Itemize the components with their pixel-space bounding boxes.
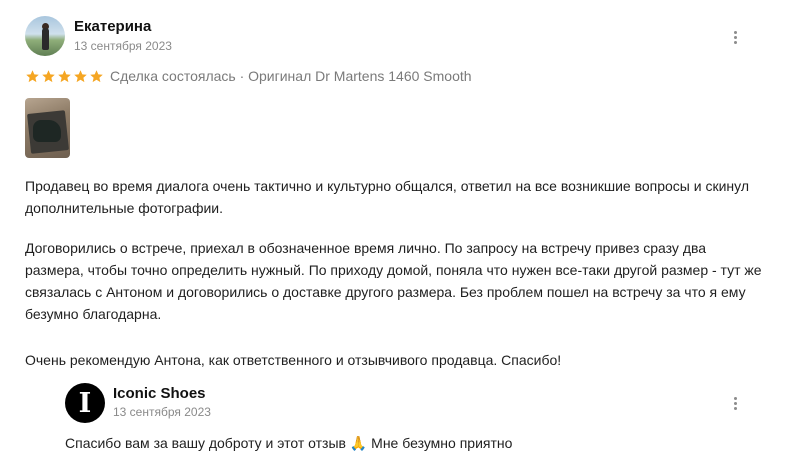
reply-more-options-icon[interactable] [729,393,741,413]
avatar-figure-body [42,28,49,50]
review-photo-thumbnail[interactable] [25,98,70,158]
review-date: 13 сентября 2023 [74,39,172,53]
review-paragraph-3: Очень рекомендую Антона, как ответственн… [25,352,562,368]
user-avatar[interactable] [25,16,65,56]
photo-shoe-shape [33,120,61,142]
rating-row: Сделка состоялась · Оригинал Dr Martens … [25,67,472,85]
star-icon [73,69,88,84]
seller-avatar-letter: I [78,387,92,419]
review-paragraph-1: Продавец во время диалога очень тактично… [25,178,750,216]
review-author-name[interactable]: Екатерина [74,18,151,35]
reply-text: Спасибо вам за вашу доброту и этот отзыв… [65,435,513,451]
review-paragraph-2: Договорились о встрече, приехал в обозна… [25,240,762,322]
deal-meta: Сделка состоялась · Оригинал Dr Martens … [110,68,472,84]
seller-avatar[interactable]: I [65,383,105,423]
star-icon [41,69,56,84]
reply-date: 13 сентября 2023 [113,405,211,419]
seller-name[interactable]: Iconic Shoes [113,385,206,402]
star-icon [57,69,72,84]
review-card: Екатерина 13 сентября 2023 Сделка состоя… [0,0,785,472]
review-more-options-icon[interactable] [729,27,741,47]
star-icon [25,69,40,84]
star-icon [89,69,104,84]
rating-stars [25,69,104,84]
